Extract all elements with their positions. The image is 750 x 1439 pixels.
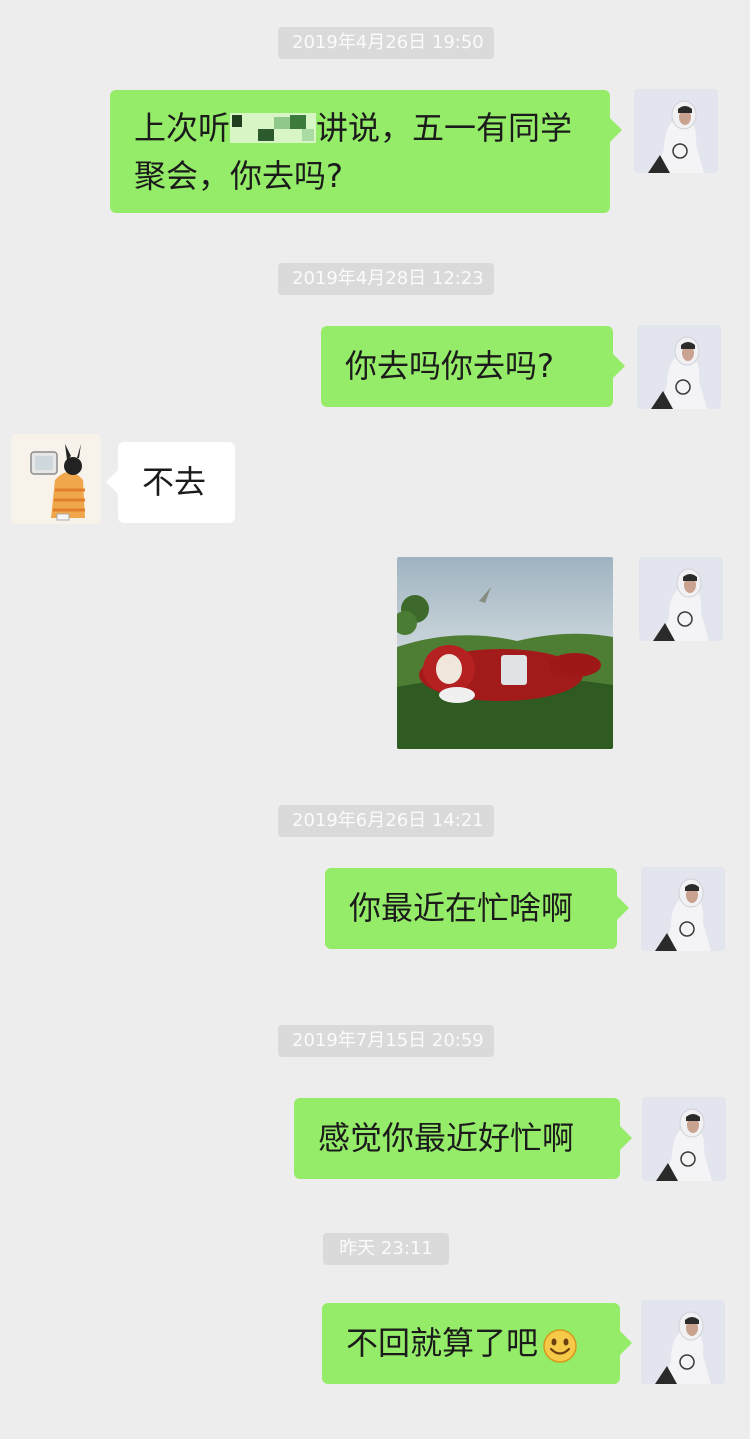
avatar-image — [11, 434, 101, 524]
timestamp: 2019年6月26日 14:21 — [278, 805, 494, 837]
smile-emoji-icon — [542, 1328, 578, 1377]
message-text: 上次听 — [134, 109, 231, 147]
my-avatar[interactable] — [637, 325, 721, 409]
message-bubble[interactable]: 不回就算了吧 — [322, 1303, 632, 1384]
timestamp: 2019年7月15日 20:59 — [278, 1025, 494, 1057]
my-avatar[interactable] — [639, 557, 723, 641]
timestamp: 2019年4月26日 19:50 — [278, 27, 494, 59]
message-text: 你去吗你去吗? — [345, 347, 554, 385]
message-bubble[interactable]: 感觉你最近好忙啊 — [294, 1098, 632, 1179]
my-avatar[interactable] — [642, 1097, 726, 1181]
message-text: 感觉你最近好忙啊 — [318, 1119, 575, 1157]
message-bubble[interactable]: 上次听 讲说，五一有同学聚会，你去吗? — [110, 90, 622, 213]
avatar-image — [642, 1097, 726, 1181]
avatar-image — [634, 89, 718, 173]
message-text: 不去 — [142, 463, 207, 501]
avatar-image — [641, 867, 725, 951]
timestamp: 2019年4月28日 12:23 — [278, 263, 494, 295]
message-bubble[interactable]: 你去吗你去吗? — [321, 326, 625, 407]
avatar-image — [641, 1300, 725, 1384]
avatar-image — [637, 325, 721, 409]
my-avatar[interactable] — [634, 89, 718, 173]
teletubby-photo — [397, 557, 613, 749]
contact-avatar[interactable] — [11, 434, 101, 524]
message-text: 不回就算了吧 — [346, 1324, 539, 1362]
message-bubble[interactable]: 你最近在忙啥啊 — [325, 868, 629, 949]
message-text: 你最近在忙啥啊 — [349, 889, 574, 927]
censored-name-mosaic — [230, 108, 317, 143]
my-avatar[interactable] — [641, 1300, 725, 1384]
my-avatar[interactable] — [641, 867, 725, 951]
avatar-image — [639, 557, 723, 641]
message-bubble[interactable]: 不去 — [106, 442, 235, 523]
image-message[interactable] — [397, 557, 613, 749]
timestamp: 昨天 23:11 — [323, 1233, 449, 1265]
